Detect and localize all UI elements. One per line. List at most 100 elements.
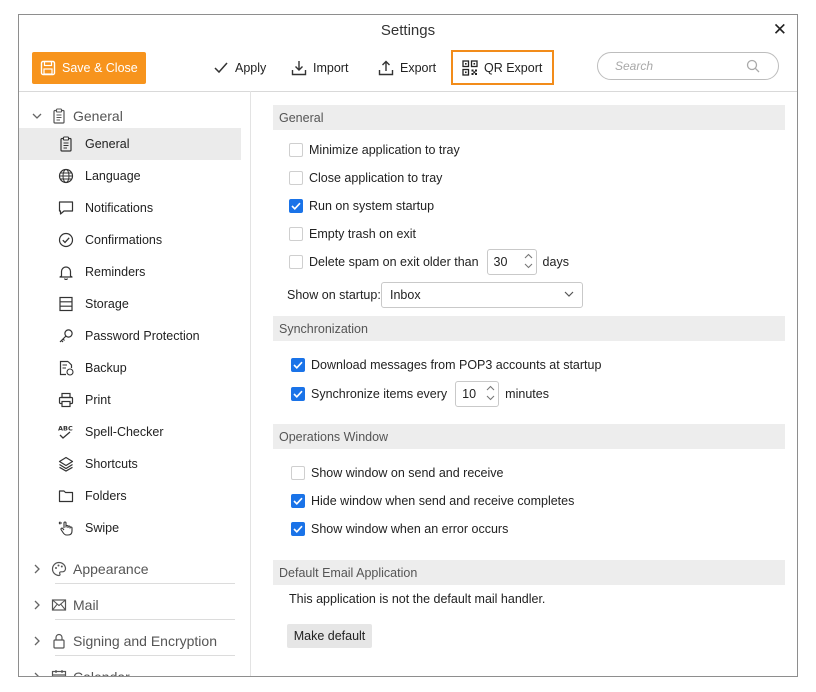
- checkmark-icon: [293, 361, 303, 369]
- sidebar-group-appearance[interactable]: Appearance: [19, 556, 250, 582]
- chevron-up-icon[interactable]: [524, 253, 533, 259]
- qr-export-button[interactable]: QR Export: [451, 50, 554, 85]
- sidebar-item-label: Language: [85, 169, 141, 183]
- qr-code-icon: [462, 59, 478, 76]
- option-label: Download messages from POP3 accounts at …: [311, 358, 602, 372]
- show-window-error-checkbox[interactable]: [291, 522, 305, 536]
- sidebar-group-signing-encryption[interactable]: Signing and Encryption: [19, 628, 250, 654]
- section-header-label: Default Email Application: [279, 565, 418, 580]
- check-circle-icon: [58, 232, 74, 248]
- show-on-startup-select[interactable]: Inbox: [381, 282, 583, 308]
- sidebar-group-general-label: General: [73, 108, 123, 124]
- close-to-tray-option[interactable]: Close application to tray: [289, 168, 442, 188]
- sidebar: General General Language Notifications C…: [19, 91, 250, 677]
- checkmark-icon: [293, 525, 303, 533]
- sidebar-group-general[interactable]: General: [19, 103, 250, 129]
- sidebar-item-swipe[interactable]: Swipe: [19, 512, 241, 544]
- show-window-error-option[interactable]: Show window when an error occurs: [291, 519, 508, 539]
- minimize-to-tray-checkbox[interactable]: [289, 143, 303, 157]
- delete-spam-option[interactable]: Delete spam on exit older than 30 days: [289, 249, 569, 275]
- sidebar-item-language[interactable]: Language: [19, 160, 241, 192]
- minimize-to-tray-option[interactable]: Minimize application to tray: [289, 140, 460, 160]
- delete-spam-checkbox[interactable]: [289, 255, 303, 269]
- show-window-send-receive-checkbox[interactable]: [291, 466, 305, 480]
- sidebar-group-mail[interactable]: Mail: [19, 592, 250, 618]
- search-box[interactable]: [597, 52, 779, 80]
- sidebar-item-label: Storage: [85, 297, 129, 311]
- sidebar-group-label: Calendar: [73, 669, 130, 677]
- save-icon: [40, 60, 56, 76]
- section-header-label: Operations Window: [279, 429, 389, 444]
- make-default-button[interactable]: Make default: [287, 624, 372, 648]
- search-input[interactable]: [615, 59, 735, 73]
- import-button[interactable]: Import: [291, 57, 348, 79]
- save-close-label: Save & Close: [62, 61, 138, 75]
- download-pop3-option[interactable]: Download messages from POP3 accounts at …: [291, 355, 601, 375]
- sidebar-item-shortcuts[interactable]: Shortcuts: [19, 448, 241, 480]
- section-header-operations-window: Operations Window: [273, 424, 785, 449]
- swipe-hand-icon: [58, 521, 73, 536]
- sidebar-item-reminders[interactable]: Reminders: [19, 256, 241, 288]
- sync-every-checkbox[interactable]: [291, 387, 305, 401]
- sidebar-item-label: Reminders: [85, 265, 146, 279]
- sidebar-item-backup[interactable]: Backup: [19, 352, 241, 384]
- apply-button[interactable]: Apply: [213, 57, 266, 79]
- sidebar-item-confirmations[interactable]: Confirmations: [19, 224, 241, 256]
- stepper-value: 30: [493, 255, 508, 269]
- export-button[interactable]: Export: [378, 57, 436, 79]
- close-to-tray-checkbox[interactable]: [289, 171, 303, 185]
- sidebar-item-password-protection[interactable]: Password Protection: [19, 320, 241, 352]
- sidebar-item-label: Notifications: [85, 201, 154, 215]
- spam-days-stepper[interactable]: 30: [486, 249, 537, 275]
- apply-label: Apply: [235, 61, 267, 75]
- run-on-startup-checkbox[interactable]: [289, 199, 303, 213]
- default-mail-status: This application is not the default mail…: [289, 592, 546, 606]
- hide-window-complete-option[interactable]: Hide window when send and receive comple…: [291, 491, 574, 511]
- sidebar-item-spell-checker[interactable]: ABC Spell-Checker: [19, 416, 241, 448]
- stepper-value: 10: [462, 387, 477, 401]
- toolbar: Save & Close Apply Import Export QR Expo…: [19, 49, 797, 91]
- empty-trash-option[interactable]: Empty trash on exit: [289, 224, 416, 244]
- section-header-synchronization: Synchronization: [273, 316, 785, 341]
- chevron-up-icon[interactable]: [486, 385, 495, 391]
- divider: [55, 655, 235, 656]
- sidebar-item-notifications[interactable]: Notifications: [19, 192, 241, 224]
- bell-icon: [59, 266, 73, 280]
- chevron-down-icon: [564, 291, 574, 297]
- empty-trash-checkbox[interactable]: [289, 227, 303, 241]
- close-icon[interactable]: ✕: [773, 20, 787, 40]
- sidebar-item-label: Backup: [85, 361, 127, 375]
- sync-every-option[interactable]: Synchronize items every 10 minutes: [291, 381, 549, 407]
- export-icon: [378, 60, 394, 76]
- sync-minutes-stepper[interactable]: 10: [455, 381, 500, 407]
- folder-icon: [58, 490, 74, 503]
- sidebar-group-calendar[interactable]: Calendar: [19, 664, 250, 677]
- calendar-icon: [51, 670, 67, 676]
- divider: [55, 619, 235, 620]
- search-icon: [746, 59, 760, 73]
- show-on-startup-label: Show on startup:: [287, 288, 381, 302]
- title-bar: Settings ✕: [19, 15, 797, 49]
- sidebar-item-general[interactable]: General: [19, 128, 241, 160]
- option-label: Minimize application to tray: [309, 143, 460, 157]
- section-header-general: General: [273, 105, 785, 130]
- sidebar-item-print[interactable]: Print: [19, 384, 241, 416]
- settings-window: Settings ✕ Save & Close Apply Import Exp…: [18, 14, 798, 677]
- download-pop3-checkbox[interactable]: [291, 358, 305, 372]
- sidebar-item-label: Print: [85, 393, 111, 407]
- sidebar-item-label: Shortcuts: [85, 457, 138, 471]
- hide-window-complete-checkbox[interactable]: [291, 494, 305, 508]
- settings-content: General Minimize application to tray Clo…: [251, 91, 797, 676]
- spell-check-icon: ABC: [58, 425, 73, 439]
- section-header-default-email: Default Email Application: [273, 560, 785, 585]
- chevron-down-icon[interactable]: [486, 395, 495, 401]
- sidebar-item-label: Password Protection: [85, 329, 200, 343]
- sidebar-item-folders[interactable]: Folders: [19, 480, 241, 512]
- unit-label: minutes: [505, 387, 549, 401]
- sidebar-item-storage[interactable]: Storage: [19, 288, 241, 320]
- chevron-down-icon[interactable]: [524, 263, 533, 269]
- sidebar-item-label: Confirmations: [85, 233, 163, 247]
- show-window-send-receive-option[interactable]: Show window on send and receive: [291, 463, 503, 483]
- run-on-startup-option[interactable]: Run on system startup: [289, 196, 434, 216]
- save-close-button[interactable]: Save & Close: [32, 52, 146, 84]
